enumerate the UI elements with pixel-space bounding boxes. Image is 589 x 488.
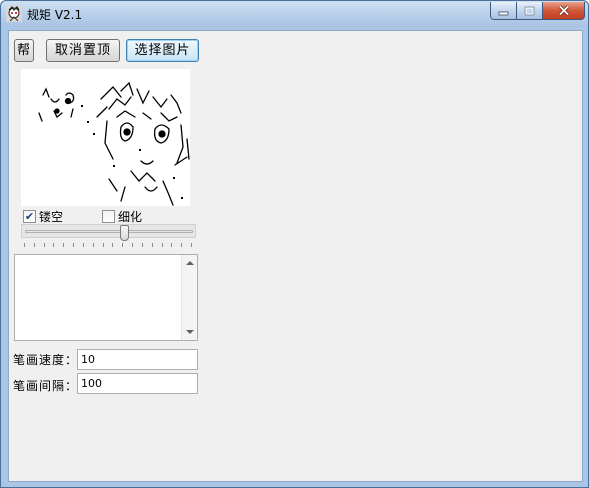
slider-tick bbox=[162, 243, 163, 247]
slider-track bbox=[25, 230, 193, 233]
maximize-button[interactable] bbox=[516, 2, 543, 20]
slider-tick bbox=[132, 243, 133, 247]
slider-thumb[interactable] bbox=[120, 225, 130, 241]
slider-tick bbox=[53, 243, 54, 247]
slider-tick bbox=[112, 243, 113, 247]
thin-check-icon bbox=[102, 210, 115, 223]
image-preview bbox=[21, 69, 190, 206]
output-memo[interactable] bbox=[14, 254, 198, 341]
window-title: 规矩 V2.1 bbox=[27, 8, 83, 22]
select-image-button[interactable]: 选择图片 bbox=[126, 39, 199, 62]
slider-tick bbox=[83, 243, 84, 247]
slider-tick bbox=[44, 243, 45, 247]
close-button[interactable] bbox=[542, 2, 585, 20]
slider-tick bbox=[152, 243, 153, 247]
stroke-speed-input[interactable] bbox=[77, 349, 198, 370]
thin-label: 细化 bbox=[118, 210, 143, 224]
slider-tick bbox=[142, 243, 143, 247]
stroke-interval-input[interactable] bbox=[77, 373, 198, 394]
slider-tick bbox=[171, 243, 172, 247]
minimize-button[interactable] bbox=[490, 2, 517, 20]
maximize-icon bbox=[524, 6, 535, 15]
slider-tick bbox=[93, 243, 94, 247]
threshold-slider[interactable] bbox=[21, 224, 196, 241]
slider-ticks bbox=[24, 243, 192, 248]
unpin-button[interactable]: 取消置顶 bbox=[46, 39, 120, 62]
close-icon bbox=[558, 5, 569, 16]
app-window: 规矩 V2.1 帮 取消置顶 选择图片 ✔ 镂空 细化 笔画速度： 10 笔画间… bbox=[0, 0, 589, 488]
slider-tick bbox=[73, 243, 74, 247]
client-area: 帮 取消置顶 选择图片 ✔ 镂空 细化 笔画速度： 10 笔画间隔： 100 bbox=[8, 30, 583, 482]
stroke-speed-label: 笔画速度： bbox=[13, 353, 79, 367]
slider-tick bbox=[63, 243, 64, 247]
scroll-up-icon[interactable] bbox=[186, 261, 194, 265]
memo-scrollbar[interactable] bbox=[181, 255, 197, 340]
hollow-checkbox[interactable]: ✔ 镂空 bbox=[23, 208, 63, 225]
slider-tick bbox=[122, 243, 123, 247]
slider-tick bbox=[34, 243, 35, 247]
app-icon bbox=[6, 6, 22, 22]
slider-tick bbox=[191, 243, 192, 247]
slider-tick bbox=[181, 243, 182, 247]
hollow-label: 镂空 bbox=[39, 210, 64, 224]
slider-tick bbox=[24, 243, 25, 247]
scroll-down-icon[interactable] bbox=[186, 330, 194, 334]
slider-tick bbox=[103, 243, 104, 247]
thin-checkbox[interactable]: 细化 bbox=[102, 208, 142, 225]
stroke-interval-label: 笔画间隔： bbox=[13, 379, 79, 393]
hollow-check-icon: ✔ bbox=[23, 210, 36, 223]
title-bar[interactable]: 规矩 V2.1 bbox=[1, 1, 588, 27]
help-button[interactable]: 帮 bbox=[14, 39, 34, 62]
minimize-icon bbox=[498, 11, 509, 15]
